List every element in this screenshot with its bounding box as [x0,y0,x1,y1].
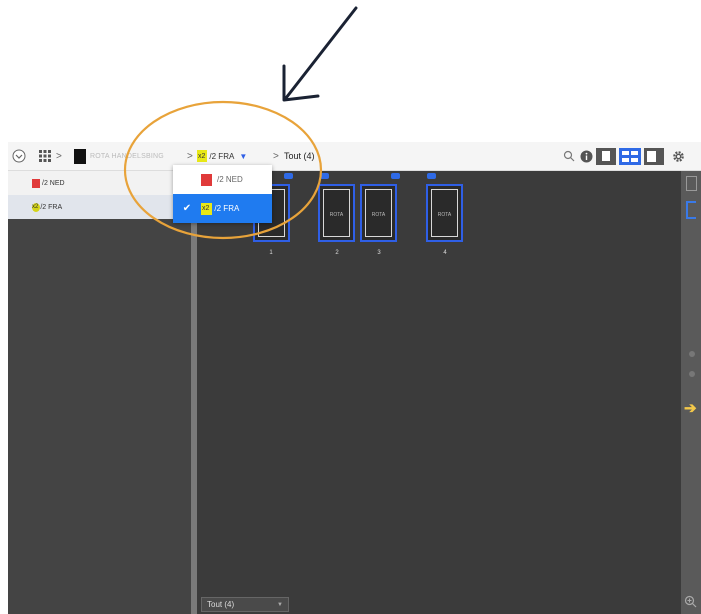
page-card[interactable]: ROTA [360,184,397,242]
language-color-swatch [32,178,40,188]
hand-icon[interactable]: ➔ [684,399,697,417]
page-outline-icon[interactable] [686,176,697,191]
breadcrumb-separator: > [56,150,62,162]
top-toolbar: > ROTA HANDELSBING > x2 /2 FRA ▼ > Tout … [8,142,701,171]
page-number: 3 [377,250,381,256]
search-icon [563,150,575,162]
view-filter-value: Tout (4) [207,600,235,609]
page-badge [427,173,436,179]
dot-icon [689,371,695,377]
info-icon [580,150,593,162]
annotation-circle [123,100,323,240]
page-mini-label: ROTA [437,212,452,218]
panel-view-button[interactable] [644,142,664,170]
search-button[interactable] [563,142,575,170]
chevron-circle-icon [12,149,26,163]
chevron-down-icon: ▼ [277,601,283,608]
single-page-icon [596,147,616,165]
bracket-icon[interactable] [686,201,696,219]
annotation-arrow [282,6,358,102]
circle-menu-button[interactable] [12,142,26,170]
page-card[interactable]: ROTA [426,184,463,242]
grid-icon [39,150,51,162]
settings-button[interactable] [672,142,685,170]
page-frame: ROTA [431,189,458,237]
panel-view-icon [644,147,664,165]
page-number: 1 [269,250,273,256]
dot-icon [689,351,695,357]
right-tool-strip: ➔ [681,171,701,614]
list-item-label: /2 NED [42,179,65,187]
view-filter-select[interactable]: Tout (4) ▼ [201,597,289,612]
page-number: 4 [443,250,447,256]
gear-icon [673,150,684,162]
page-badge [391,173,400,179]
page-number: 2 [335,250,339,256]
grid-menu-button[interactable] [38,142,52,170]
list-item-label: /2 FRA [40,203,63,211]
page-mini-label: ROTA [371,212,386,218]
grid-view-button[interactable] [619,142,641,170]
info-button[interactable] [580,142,593,170]
document-thumbnail-icon [74,142,86,170]
grid-view-icon [619,147,641,165]
page-frame: ROTA [365,189,392,237]
single-page-view-button[interactable] [596,142,616,170]
zoom-icon[interactable] [684,595,697,608]
list-item-badge: x2 [32,204,39,210]
